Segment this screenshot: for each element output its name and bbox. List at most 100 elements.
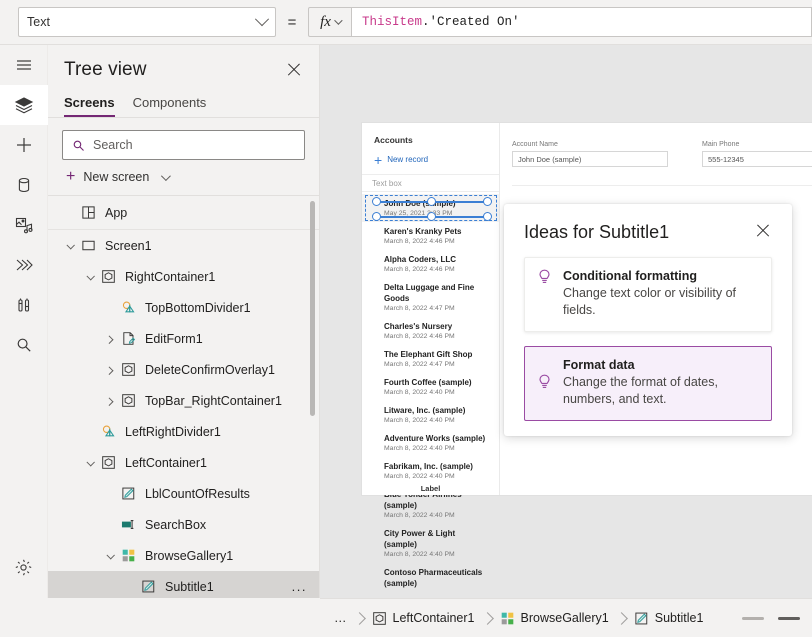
gallery-item-subtitle: March 8, 2022 4:40 PM — [384, 512, 455, 519]
media-icon[interactable] — [0, 205, 48, 245]
gallery-item[interactable]: Delta Luggage and Fine Goods March 8, 202… — [362, 278, 499, 317]
gallery-items[interactable]: John Doe (sample) May 25, 2021 3:33 PM Kar… — [362, 192, 499, 592]
field-account-name[interactable]: Account Name John Doe (sample) — [512, 141, 668, 167]
formula-input[interactable]: ThisItem .'Created On' — [352, 7, 812, 37]
chevron-right-icon[interactable] — [102, 334, 118, 344]
close-icon[interactable] — [754, 222, 772, 240]
property-dropdown[interactable]: Text — [18, 7, 276, 37]
app-canvas[interactable]: Accounts + New record Text box John Doe … — [320, 45, 812, 598]
tree-view-icon[interactable] — [0, 85, 48, 125]
new-record-button[interactable]: + New record — [362, 145, 499, 172]
gallery-item[interactable]: Contoso Pharmaceuticals (sample) — [362, 563, 499, 592]
breadcrumb-item-3[interactable]: Subtitle1 — [628, 611, 710, 626]
tree-item-topbar_rightcontainer1[interactable]: TopBar_RightContainer1 — [48, 385, 319, 416]
ideas-panel: Ideas for Subtitle1 Conditional formatti… — [504, 204, 792, 436]
form-divider — [512, 185, 812, 186]
ideas-header: Ideas for Subtitle1 — [524, 222, 772, 243]
label-icon — [138, 579, 158, 594]
tree-item-label: LblCountOfResults — [145, 486, 250, 501]
gallery-item[interactable]: Alpha Coders, LLC March 8, 2022 4:46 PM — [362, 250, 499, 278]
resize-handle-bottom-right[interactable] — [483, 212, 492, 221]
resize-handle-top-right[interactable] — [483, 197, 492, 206]
new-screen-label: New screen — [83, 170, 150, 184]
resize-handle-top-left[interactable] — [372, 197, 381, 206]
zoom-out-icon[interactable] — [742, 616, 764, 620]
gallery-item[interactable]: Adventure Works (sample) March 8, 2022 4:… — [362, 429, 499, 457]
tree-item-deleteconfirmoverlay1[interactable]: DeleteConfirmOverlay1 — [48, 354, 319, 385]
chevron-down-icon[interactable] — [102, 550, 118, 560]
new-screen-button[interactable]: + New screen — [48, 160, 319, 196]
close-icon[interactable] — [285, 61, 303, 79]
zoom-controls[interactable] — [742, 616, 812, 620]
resize-handle-bottom-left[interactable] — [372, 212, 381, 221]
container-icon — [98, 455, 118, 470]
chevron-right-icon[interactable] — [102, 365, 118, 375]
chevron-down-icon[interactable] — [82, 271, 98, 281]
gallery-title: Accounts — [374, 135, 413, 145]
tree-item-leftcontainer1[interactable]: LeftContainer1 — [48, 447, 319, 478]
field-value[interactable]: John Doe (sample) — [512, 151, 668, 167]
gallery-icon — [500, 611, 515, 626]
variables-icon[interactable] — [0, 285, 48, 325]
search-input[interactable]: Search — [62, 130, 305, 160]
gallery-item[interactable]: The Elephant Gift Shop March 8, 2022 4:47… — [362, 345, 499, 373]
gallery-item-title: Adventure Works (sample) — [384, 434, 486, 443]
zoom-fit-icon[interactable] — [778, 616, 800, 620]
power-automate-icon[interactable] — [0, 245, 48, 285]
gallery-item[interactable]: Charles's Nursery March 8, 2022 4:46 PM — [362, 317, 499, 345]
tree-item-label: Screen1 — [105, 238, 152, 253]
search-icon[interactable] — [0, 325, 48, 365]
tree-item-topbottomdivider1[interactable]: TopBottomDivider1 — [48, 292, 319, 323]
bottom-bar-left-fill — [0, 598, 320, 637]
resize-handle-bottom-center[interactable] — [427, 212, 436, 221]
breadcrumb-item-1[interactable]: LeftContainer1 — [366, 611, 481, 626]
search-placeholder: Search — [93, 138, 133, 152]
gallery-item[interactable]: Karen's Kranky Pets March 8, 2022 4:46 PM — [362, 222, 499, 250]
gallery-item[interactable]: City Power & Light (sample) March 8, 2022… — [362, 524, 499, 563]
form-icon — [118, 331, 138, 346]
tree-item-editform1[interactable]: EditForm1 — [48, 323, 319, 354]
chevron-right-icon[interactable] — [102, 396, 118, 406]
tree-vertical-scrollbar[interactable] — [310, 201, 315, 416]
idea-card-format-data[interactable]: Format data Change the format of dates, … — [524, 346, 772, 421]
data-icon[interactable] — [0, 165, 48, 205]
tree-item-app[interactable]: App — [48, 196, 319, 230]
tree-item-screen1[interactable]: Screen1 — [48, 230, 319, 261]
gallery-item-title: Delta Luggage and Fine Goods — [384, 283, 475, 303]
field-main-phone[interactable]: Main Phone 555-12345 — [702, 141, 812, 167]
shapes-icon — [118, 300, 138, 315]
chevron-down-icon[interactable] — [82, 457, 98, 467]
gallery-item[interactable]: Fourth Coffee (sample) March 8, 2022 4:40… — [362, 373, 499, 401]
gallery-item-subtitle: March 8, 2022 4:40 PM — [384, 551, 455, 558]
tree-item-list[interactable]: App Screen1 RightContainer1 TopBottomDivide… — [48, 196, 319, 637]
field-value[interactable]: 555-12345 — [702, 151, 812, 167]
browse-gallery-pane: Accounts + New record Text box John Doe … — [362, 123, 500, 588]
fx-button[interactable]: fx — [308, 7, 352, 37]
tree-item-lblcountofresults[interactable]: LblCountOfResults — [48, 478, 319, 509]
left-rail — [0, 45, 48, 637]
tree-item-label: RightContainer1 — [125, 269, 216, 284]
tree-item-searchbox[interactable]: SearchBox — [48, 509, 319, 540]
tree-item-label: TopBar_RightContainer1 — [145, 393, 282, 408]
breadcrumb-label: LeftContainer1 — [392, 611, 475, 625]
idea-card-description: Change text color or visibility of field… — [563, 286, 736, 317]
tree-item-browsegallery1[interactable]: BrowseGallery1 — [48, 540, 319, 571]
resize-handle-top-center[interactable] — [427, 197, 436, 206]
chevron-down-icon[interactable] — [62, 240, 78, 250]
gallery-item[interactable]: Litware, Inc. (sample) March 8, 2022 4:40… — [362, 401, 499, 429]
idea-card-conditional-formatting[interactable]: Conditional formatting Change text color… — [524, 257, 772, 332]
insert-icon[interactable] — [0, 125, 48, 165]
settings-gear-icon[interactable] — [0, 547, 48, 587]
tab-components[interactable]: Components — [133, 91, 207, 117]
tree-item-more-menu[interactable]: ... — [292, 579, 307, 594]
tree-item-leftrightdivider1[interactable]: LeftRightDivider1 — [48, 416, 319, 447]
chevron-down-icon — [254, 12, 270, 27]
gallery-item-title: Fabrikam, Inc. (sample) — [384, 462, 473, 471]
container-icon — [118, 393, 138, 408]
tab-screens[interactable]: Screens — [64, 91, 115, 117]
breadcrumb-item-2[interactable]: BrowseGallery1 — [494, 611, 615, 626]
tree-item-rightcontainer1[interactable]: RightContainer1 — [48, 261, 319, 292]
breadcrumb-item-0[interactable]: … — [328, 611, 353, 625]
menu-icon[interactable] — [0, 45, 48, 85]
gallery-search-input[interactable]: Text box — [362, 174, 499, 192]
